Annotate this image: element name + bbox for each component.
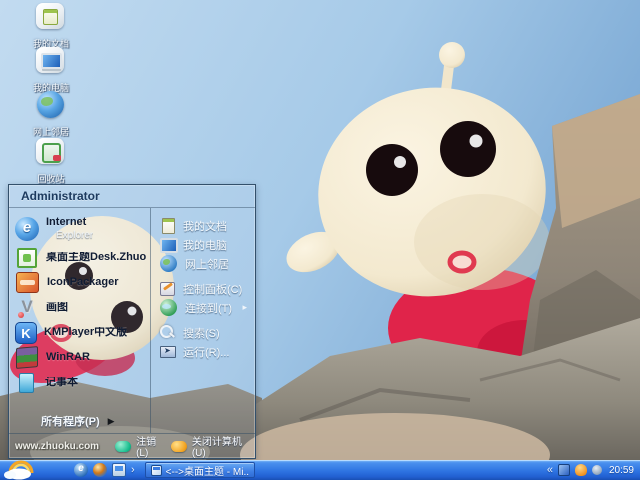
start-item-label: 桌面主题Desk.ZhuoKu.Com [46, 252, 146, 263]
start-item-label: KMPlayer中文版 [44, 327, 128, 338]
taskbar-task-button[interactable]: <-->桌面主题 - Mi... [144, 462, 255, 478]
search-icon [159, 324, 176, 341]
wallpaper-watermark: www.zhuoku.com [15, 440, 100, 452]
start-place-run[interactable]: 运行(R)... [159, 342, 251, 361]
start-item-internet-explorer[interactable]: Internet Explorer [15, 212, 146, 245]
start-button[interactable] [0, 460, 44, 480]
start-item-label: 画图 [46, 302, 68, 313]
system-tray: « 20:59 [547, 460, 640, 480]
start-place-label: 连接到(T) [185, 302, 233, 315]
desktop-icon-recycle-bin[interactable]: 回收站 [14, 137, 88, 187]
start-menu-body: Internet Explorer 桌面主题Desk.ZhuoKu.Com Ic… [9, 207, 255, 433]
run-icon [159, 343, 176, 360]
network-places-icon [160, 255, 177, 272]
shut-down-icon [170, 440, 187, 452]
start-item-winrar[interactable]: WinRAR [15, 345, 146, 370]
cloud-rainbow-start-icon [4, 460, 34, 480]
window-icon [150, 464, 162, 476]
start-item-desktop-theme[interactable]: 桌面主题Desk.ZhuoKu.Com [15, 245, 146, 270]
start-item-label: 记事本 [45, 377, 78, 388]
start-menu-user-name: Administrator [21, 189, 100, 203]
internet-explorer-icon [15, 216, 39, 241]
desktop-icon-label: 回收站 [37, 174, 65, 184]
start-place-label: 控制面板(C) [183, 283, 243, 296]
control-panel-icon [159, 280, 176, 297]
show-desktop-icon[interactable] [112, 463, 126, 477]
start-place-control-panel[interactable]: 控制面板(C) [159, 279, 251, 298]
start-item-label: IconPackager [47, 277, 119, 288]
start-item-kmplayer[interactable]: KMPlayer中文版 [15, 320, 146, 345]
internet-explorer-icon[interactable] [74, 463, 88, 477]
my-computer-icon [34, 46, 68, 76]
my-computer-icon [159, 236, 178, 253]
start-menu-footer: www.zhuoku.com 注销(L) 关闭计算机(U) [9, 433, 255, 459]
shut-down-label: 关闭计算机(U) [191, 437, 242, 459]
start-place-search[interactable]: 搜索(S) [159, 323, 251, 342]
quick-launch-chevron-icon[interactable]: › [131, 463, 135, 477]
log-off-icon [115, 440, 132, 452]
desktop-icon-my-documents[interactable]: 我的文档 [14, 2, 88, 52]
my-documents-icon [34, 2, 68, 32]
my-documents-icon [159, 217, 176, 234]
start-item-paint[interactable]: 画图 [15, 295, 146, 320]
start-place-my-documents[interactable]: 我的文档 [159, 216, 251, 235]
media-player-icon[interactable] [93, 463, 107, 477]
start-item-label: Internet Explorer [46, 216, 94, 241]
connect-to-icon [160, 299, 177, 316]
taskbar-clock: 20:59 [608, 464, 634, 476]
start-item-label: WinRAR [46, 352, 90, 363]
start-item-iconpackager[interactable]: IconPackager [15, 270, 146, 295]
start-menu: Administrator Internet Explorer 桌面主题Desk… [8, 184, 256, 459]
task-button-label: <-->桌面主题 - Mi... [165, 466, 249, 478]
desktop-theme-icon [17, 247, 37, 268]
tray-chevron-icon[interactable]: « [547, 463, 553, 477]
paint-icon [15, 296, 39, 320]
tray-windows-app-icon[interactable] [557, 464, 570, 476]
start-place-label: 我的电脑 [183, 239, 227, 252]
desktop-icon-network-places[interactable]: 网上邻居 [14, 90, 88, 140]
start-menu-places-column: 我的文档 我的电脑 网上邻居 控制面板(C) 连接到(T) ▸ 搜索(S) ➤ … [151, 208, 255, 433]
desktop-icon-my-computer[interactable]: 我的电脑 [14, 46, 88, 96]
tray-volume-icon[interactable] [591, 465, 602, 475]
all-programs-label: 所有程序(P) [41, 416, 100, 428]
start-place-network-places[interactable]: 网上邻居 [159, 254, 251, 273]
network-places-icon [34, 90, 68, 120]
start-place-my-computer[interactable]: 我的电脑 [159, 235, 251, 254]
shut-down-button[interactable]: 关闭计算机(U) [170, 433, 247, 459]
start-place-label: 运行(R)... [183, 346, 230, 359]
start-menu-pinned-column: Internet Explorer 桌面主题Desk.ZhuoKu.Com Ic… [9, 208, 151, 433]
all-programs-arrow-icon: ▶ [107, 415, 115, 426]
all-programs-button[interactable]: 所有程序(P) ▶ [15, 411, 146, 431]
taskbar: › <-->桌面主题 - Mi... « 20:59 [0, 460, 640, 480]
log-off-button[interactable]: 注销(L) [115, 433, 163, 459]
start-place-connect-to[interactable]: 连接到(T) ▸ [159, 298, 251, 317]
start-item-notepad[interactable]: 记事本 [15, 370, 146, 395]
log-off-label: 注销(L) [136, 437, 157, 459]
recycle-bin-icon [34, 137, 68, 167]
kmplayer-icon [15, 321, 37, 344]
tray-im-contact-icon[interactable] [574, 464, 587, 476]
winrar-icon [16, 346, 38, 369]
iconpackager-icon [16, 272, 39, 293]
start-place-label: 网上邻居 [185, 258, 229, 271]
start-place-label: 搜索(S) [183, 327, 220, 340]
start-place-label: 我的文档 [183, 220, 227, 233]
quick-launch-bar: › [74, 463, 135, 477]
notepad-icon [19, 372, 34, 393]
desktop-icon-label: 网上邻居 [32, 127, 69, 137]
submenu-arrow-icon: ▸ [242, 302, 247, 312]
